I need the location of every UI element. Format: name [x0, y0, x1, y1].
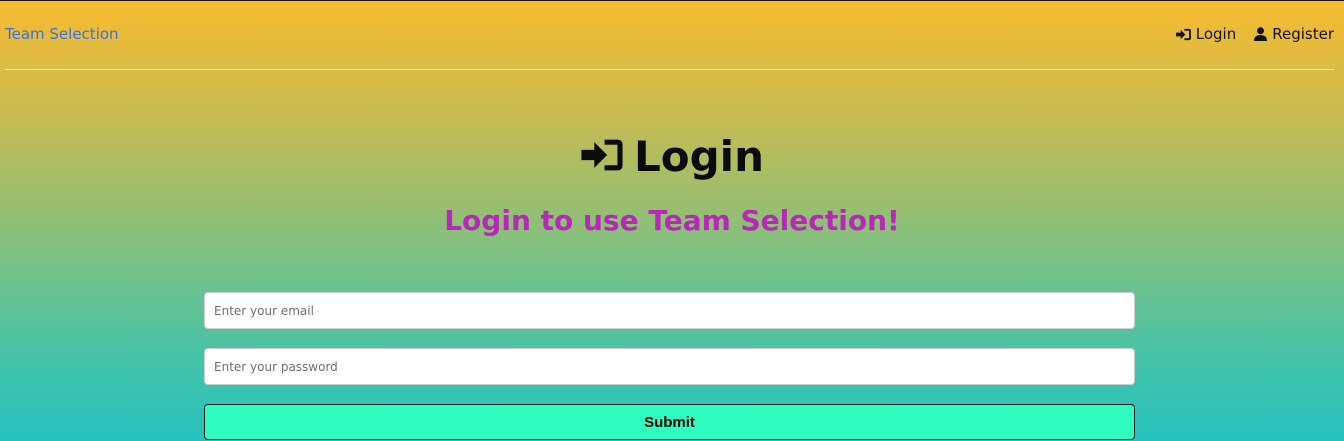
page-title: Login — [634, 132, 764, 181]
page-subtitle: Login to use Team Selection! — [444, 204, 900, 237]
nav-register-link[interactable]: Register — [1254, 25, 1334, 43]
password-field[interactable] — [204, 348, 1135, 385]
user-icon — [1254, 27, 1268, 41]
nav-login-label: Login — [1195, 25, 1237, 43]
navbar: Team Selection Login Register — [0, 1, 1344, 69]
submit-button[interactable]: Submit — [204, 404, 1135, 440]
sign-in-icon — [580, 137, 624, 177]
nav-login-link[interactable]: Login — [1175, 25, 1237, 43]
nav-links: Login Register — [1175, 25, 1334, 43]
page-heading: Login — [0, 129, 1344, 185]
nav-register-label: Register — [1272, 25, 1334, 43]
email-field[interactable] — [204, 292, 1135, 329]
sign-in-icon — [1175, 28, 1191, 41]
brand-link[interactable]: Team Selection — [5, 25, 119, 43]
navbar-divider — [5, 69, 1334, 70]
